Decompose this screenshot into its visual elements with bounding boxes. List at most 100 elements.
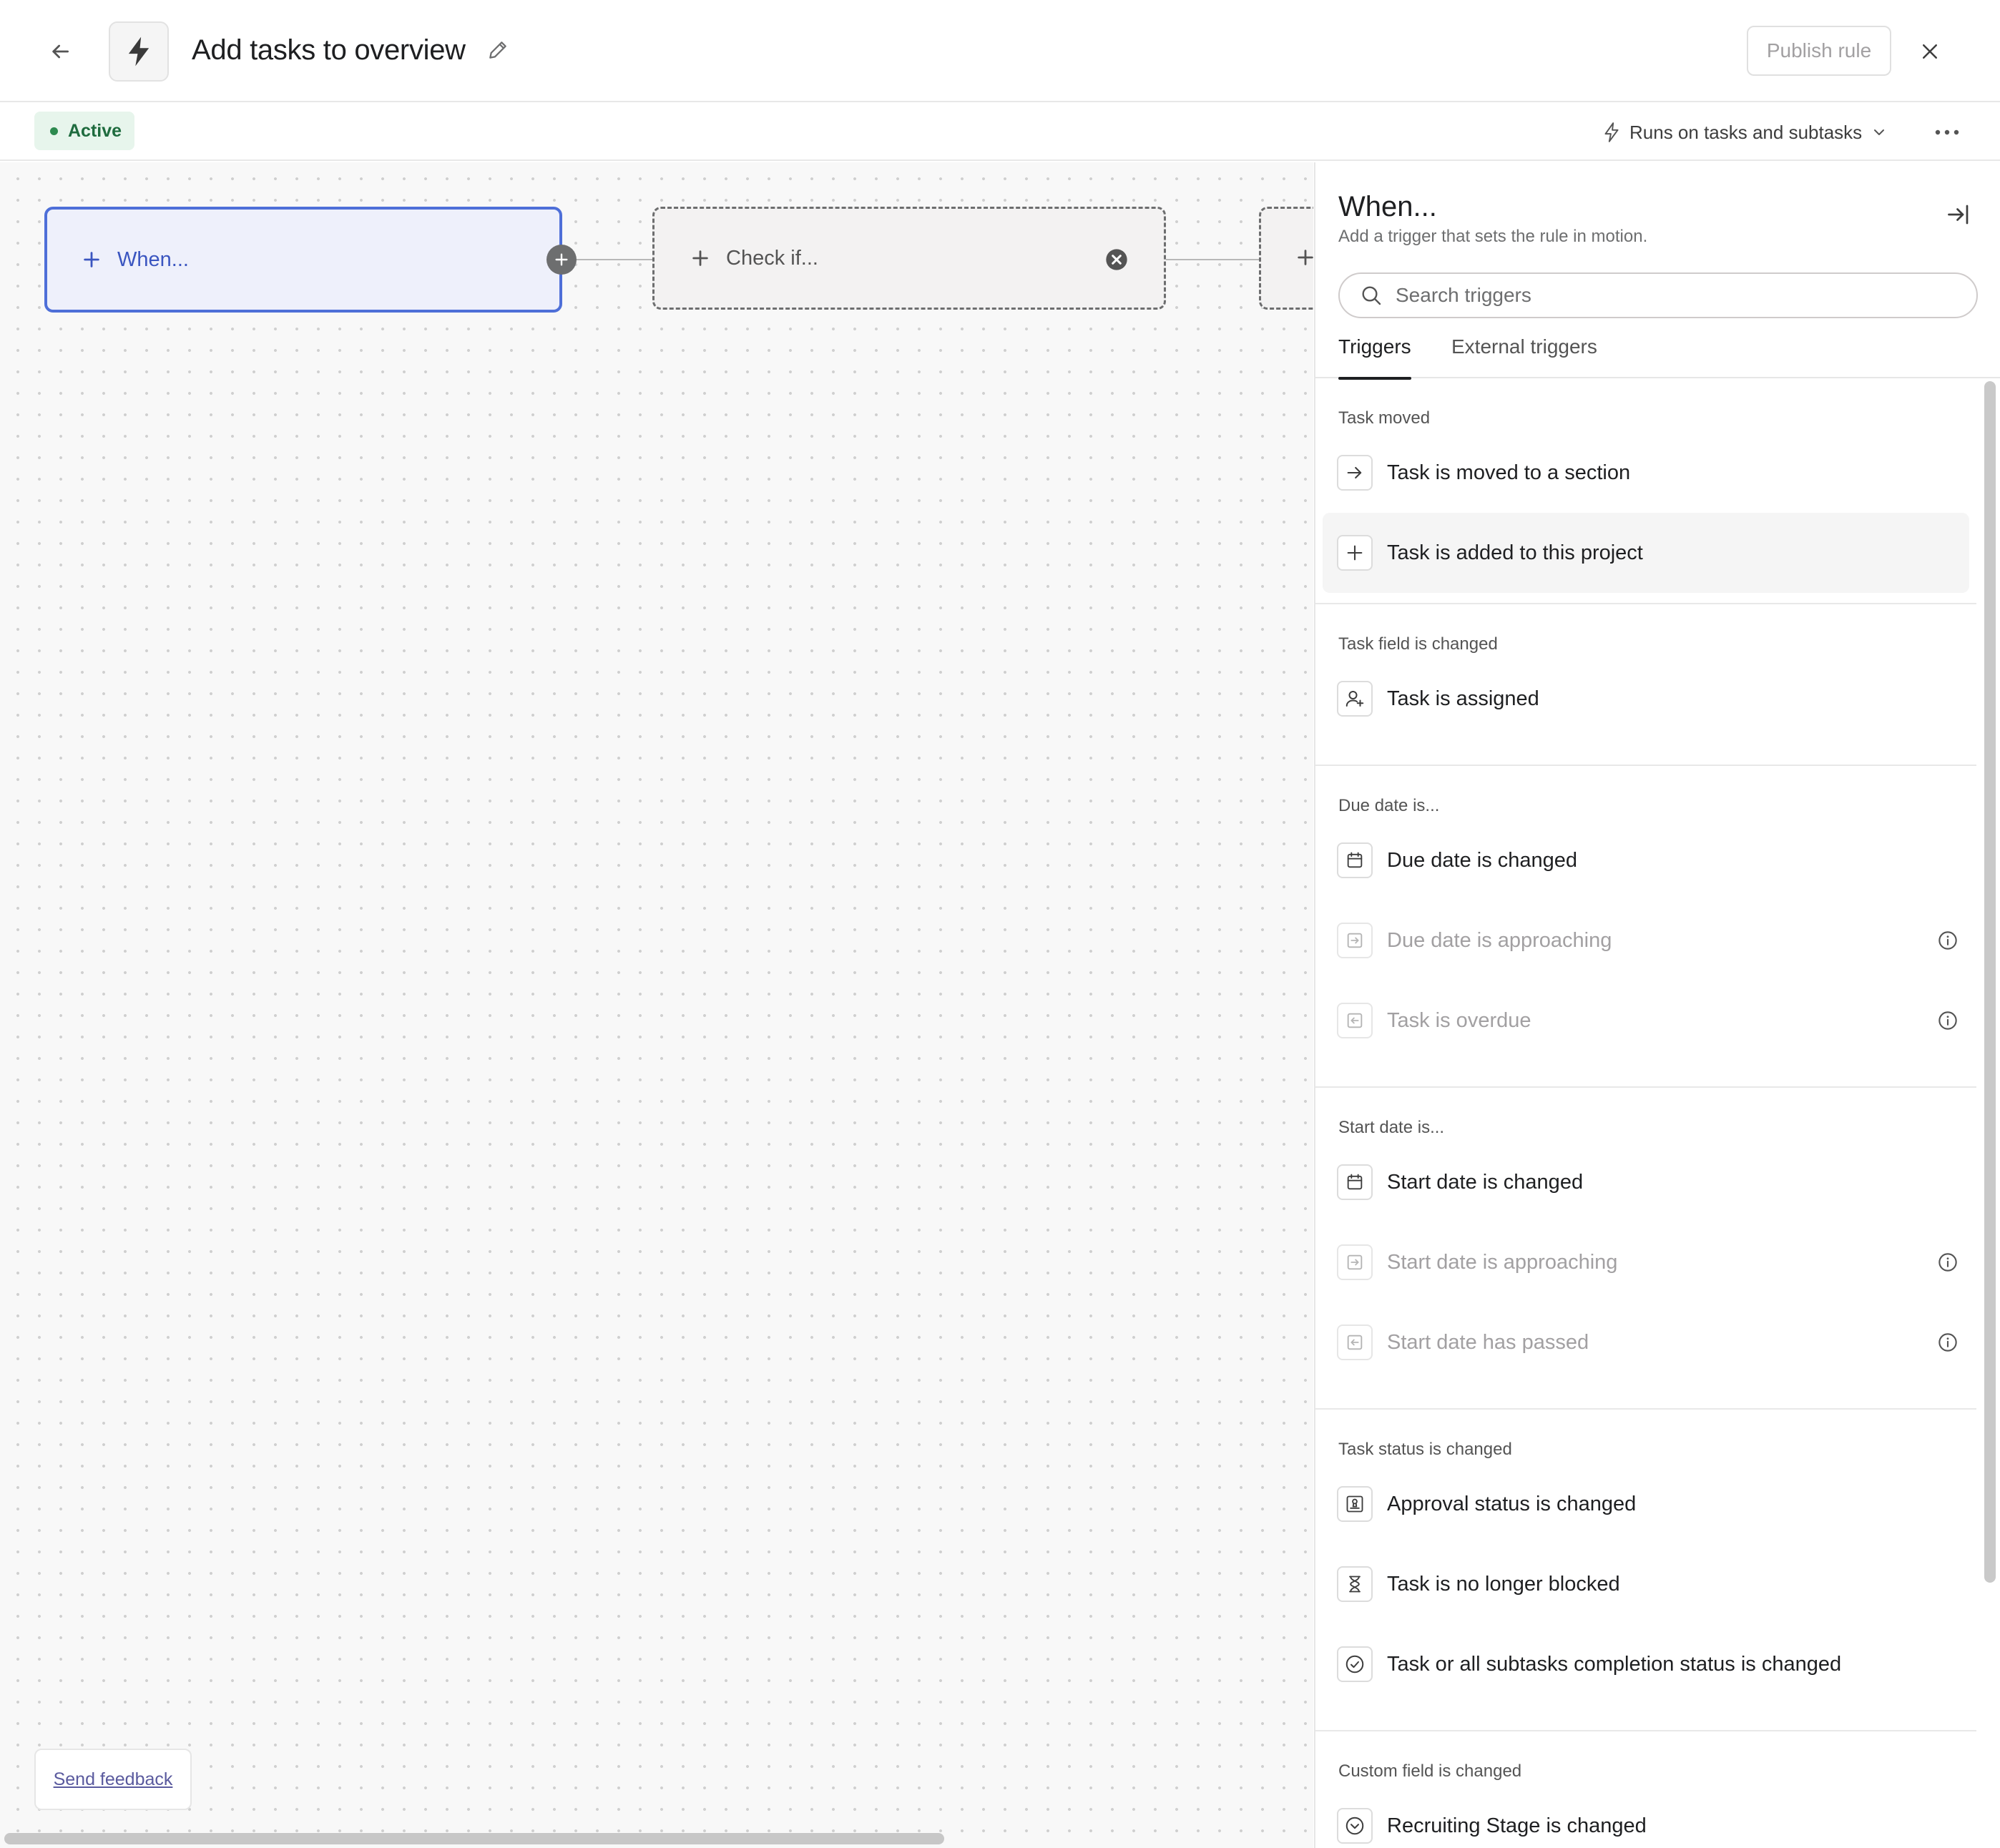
connector-line [565,259,654,260]
edit-title-button[interactable] [484,36,512,64]
trigger-item[interactable]: Task or all subtasks completion status i… [1323,1624,1969,1704]
when-trigger-node[interactable]: When... [44,207,562,313]
user-plus-icon [1337,681,1373,717]
trigger-label: Recruiting Stage is changed [1387,1814,1647,1837]
trigger-item[interactable]: Start date has passed [1323,1302,1969,1382]
info-icon[interactable] [1938,1252,1958,1272]
trigger-item[interactable]: Recruiting Stage is changed [1323,1786,1969,1848]
trigger-item[interactable]: Start date is approaching [1323,1222,1969,1302]
remove-condition-icon[interactable] [1105,248,1128,271]
trigger-item[interactable]: Task is added to this project [1323,513,1969,593]
plus-icon [555,253,568,266]
pencil-icon [489,41,506,59]
lightning-icon [128,36,149,67]
group-title: Task moved [1338,408,1431,428]
rule-editor-header: Add tasks to overview Publish rule [0,0,2000,102]
trigger-item[interactable]: Task is moved to a section [1323,433,1969,513]
trigger-item[interactable]: Start date is changed [1323,1142,1969,1222]
plus-icon [84,252,99,267]
close-icon [1923,44,1937,59]
tab-triggers[interactable]: Triggers [1338,335,1411,380]
plus-icon [1298,250,1313,265]
rule-title[interactable]: Add tasks to overview [192,30,466,70]
trigger-label: Start date is changed [1387,1170,1584,1194]
runs-on-label: Runs on tasks and subtasks [1629,121,1863,143]
horizontal-scrollbar[interactable] [4,1833,944,1844]
rule-canvas[interactable]: When... Check if... Send feedback [0,162,1313,1848]
trigger-item[interactable]: Task is overdue [1323,980,1969,1061]
approval-stamp-icon [1337,1486,1373,1522]
info-icon[interactable] [1938,1332,1958,1352]
lightning-outline-icon [1604,122,1619,142]
rule-status-bar: Active Runs on tasks and subtasks [0,104,2000,161]
calendar-icon [1337,1164,1373,1200]
calendar-arrow-in-icon [1337,1244,1373,1280]
trigger-tabs: Triggers External triggers [1315,325,2000,380]
info-icon[interactable] [1938,930,1958,950]
tab-external-triggers[interactable]: External triggers [1451,335,1597,378]
trigger-label: Start date is approaching [1387,1250,1618,1274]
plus-icon [692,250,708,266]
status-badge: Active [34,112,135,150]
when-node-label: When... [117,247,189,271]
send-feedback-link[interactable]: Send feedback [34,1749,192,1810]
panel-subtitle: Add a trigger that sets the rule in moti… [1338,227,1648,246]
connector-line [1166,259,1260,260]
calendar-arrow-in-icon [1337,923,1373,958]
publish-rule-button[interactable]: Publish rule [1747,26,1891,76]
arrow-left-icon [52,44,69,59]
group-title: Task status is changed [1338,1440,1512,1459]
trigger-item[interactable]: Due date is changed [1323,820,1969,900]
trigger-group: Task field is changed Task is assigned [1315,604,1976,766]
trigger-list: Task moved Task is moved to a section Ta… [1315,378,1976,1848]
trigger-item[interactable]: Due date is approaching [1323,900,1969,980]
calendar-arrow-out-icon [1337,1324,1373,1360]
calendar-arrow-out-icon [1337,1003,1373,1038]
trigger-label: Due date is approaching [1387,928,1612,952]
trigger-label: Task is overdue [1387,1008,1531,1032]
trigger-item[interactable]: Task is no longer blocked [1323,1544,1969,1624]
group-title: Task field is changed [1338,634,1498,654]
action-node[interactable] [1259,207,1313,310]
group-title: Due date is... [1338,796,1440,815]
trigger-label: Start date has passed [1387,1330,1589,1354]
trigger-label: Task is assigned [1387,687,1539,710]
search-triggers-input[interactable] [1396,284,1954,307]
trigger-group: Task status is changed Approval status i… [1315,1410,1976,1731]
trigger-label: Task is no longer blocked [1387,1572,1620,1596]
trigger-label: Task or all subtasks completion status i… [1387,1652,1842,1676]
trigger-group: Task moved Task is moved to a section Ta… [1315,378,1976,604]
trigger-label: Due date is changed [1387,848,1578,872]
plus-icon [1337,535,1373,571]
group-title: Start date is... [1338,1118,1445,1137]
more-horizontal-icon [1935,129,1959,135]
check-if-condition-node[interactable]: Check if... [652,207,1166,310]
arrow-right-icon [1337,455,1373,491]
trigger-label: Task is moved to a section [1387,461,1631,484]
back-button[interactable] [39,31,82,72]
info-icon[interactable] [1938,1011,1958,1031]
collapse-right-icon [1948,205,1969,225]
check-circle-icon [1337,1646,1373,1682]
panel-title: When... [1338,191,1437,222]
check-node-label: Check if... [726,246,818,270]
runs-on-dropdown[interactable]: Runs on tasks and subtasks [1602,117,1888,148]
trigger-group: Due date is... Due date is changed Due d… [1315,766,1976,1088]
rule-icon-box [109,21,169,82]
trigger-label: Task is added to this project [1387,541,1643,564]
close-button[interactable] [1908,30,1951,73]
trigger-item[interactable]: Task is assigned [1323,659,1969,739]
vertical-scrollbar[interactable] [1984,381,1996,1583]
trigger-group: Start date is... Start date is changed S… [1315,1088,1976,1410]
status-label: Active [68,120,122,141]
hourglass-icon [1337,1566,1373,1602]
more-options-button[interactable] [1928,115,1966,149]
search-icon [1362,286,1381,305]
collapse-panel-button[interactable] [1942,198,1975,231]
trigger-panel: When... Add a trigger that sets the rule… [1314,162,2000,1848]
group-title: Custom field is changed [1338,1761,1522,1781]
search-triggers-box[interactable] [1338,272,1978,318]
trigger-item[interactable]: Approval status is changed [1323,1464,1969,1544]
add-step-connector-button[interactable] [546,245,577,275]
chevron-circle-icon [1337,1808,1373,1844]
